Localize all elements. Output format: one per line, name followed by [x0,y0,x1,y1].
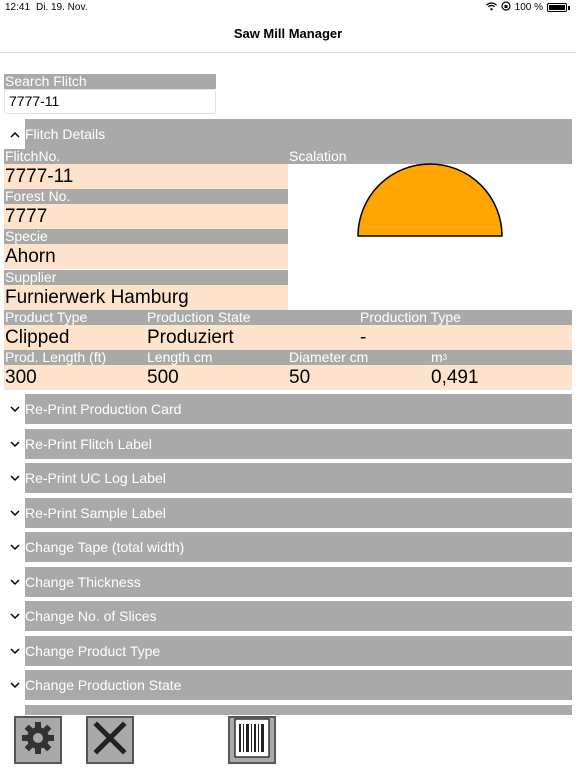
production-type-value: - [359,325,572,350]
chevron-down-icon [4,705,25,715]
production-type-label: Production Type [359,310,572,325]
settings-button[interactable] [14,716,62,764]
change-no-of-slices-button[interactable]: Change No. of Slices [4,601,572,631]
forest-no-value: 7777 [4,204,288,229]
forest-no-label: Forest No. [4,189,288,204]
battery-percent: 100 % [514,2,543,13]
reprint-production-card-button[interactable]: Re-Print Production Card [4,394,572,424]
volume-value: 0,491 [430,365,572,390]
prod-length-label: Prod. Length (ft) [4,350,146,365]
chevron-down-icon [4,498,25,528]
close-icon [93,720,127,760]
reprint-flitch-label-button[interactable]: Re-Print Flitch Label [4,429,572,459]
chevron-down-icon [4,394,25,424]
production-state-value: Produziert [146,325,359,350]
change-tape-button[interactable]: Change Tape (total width) [4,532,572,562]
chevron-down-icon [4,532,25,562]
action-label: Change Production State [25,677,182,693]
volume-label-superscript: 3 [442,353,448,362]
production-state-label: Production State [146,310,359,325]
supplier-label: Supplier [4,270,288,285]
chevron-up-icon [4,119,25,149]
battery-icon [547,3,567,12]
action-label: Re-Print Sample Label [25,505,166,521]
change-production-state-button[interactable]: Change Production State [4,670,572,700]
status-time: 12:41 [5,2,31,13]
length-cm-label: Length cm [146,350,288,365]
action-label: Change No. of Slices [25,608,157,624]
page-title: Saw Mill Manager [233,26,343,41]
scalation-diagram [288,163,572,309]
wifi-icon [485,1,497,14]
chevron-down-icon [4,601,25,631]
product-type-label: Product Type [4,310,146,325]
specie-value: Ahorn [4,244,288,269]
diameter-label: Diameter cm [288,350,430,365]
action-label: Re-Print UC Log Label [25,470,166,486]
barcode-icon [234,717,270,763]
diameter-value: 50 [288,365,430,390]
specie-label: Specie [4,229,288,244]
length-cm-value: 500 [146,365,288,390]
status-date: Di. 19. Nov. [36,2,88,13]
reprint-sample-label-button[interactable]: Re-Print Sample Label [4,498,572,528]
search-input[interactable]: 7777-11 [4,89,216,114]
nav-bar: Saw Mill Manager [0,16,576,53]
flitch-no-value: 7777-11 [4,164,288,189]
product-type-value: Clipped [4,325,146,350]
chevron-down-icon [4,670,25,700]
scan-barcode-button[interactable] [228,716,276,764]
reprint-uc-log-label-button[interactable]: Re-Print UC Log Label [4,463,572,493]
supplier-value: Furnierwerk Hamburg [4,285,288,310]
action-label: Re-Print Production Card [25,401,182,417]
action-label: Change Product Type [25,643,161,659]
change-product-type-button[interactable]: Change Product Type [4,636,572,666]
cancel-button[interactable] [86,716,134,764]
orientation-lock-icon [501,1,511,14]
flitch-details-label: Flitch Details [25,126,106,142]
chevron-down-icon [4,429,25,459]
gear-icon [20,720,56,761]
flitch-no-label: FlitchNo. [4,149,288,164]
status-indicators: 100 % [485,1,570,14]
scalation-label: Scalation [288,149,572,164]
chevron-down-icon [4,636,25,666]
action-label: Change Thickness [25,574,141,590]
volume-label: m3 [430,350,572,365]
flitch-details-header[interactable]: Flitch Details [4,119,572,149]
prod-length-value: 300 [4,365,146,390]
partially-visible-action[interactable] [4,705,572,715]
chevron-down-icon [4,463,25,493]
chevron-down-icon [4,567,25,597]
change-thickness-button[interactable]: Change Thickness [4,567,572,597]
search-label: Search Flitch [4,74,216,89]
action-label: Change Tape (total width) [25,539,185,555]
scalation-half-circle [357,163,503,237]
action-label: Re-Print Flitch Label [25,436,152,452]
status-bar: 12:41 Di. 19. Nov. 100 % [0,0,576,16]
